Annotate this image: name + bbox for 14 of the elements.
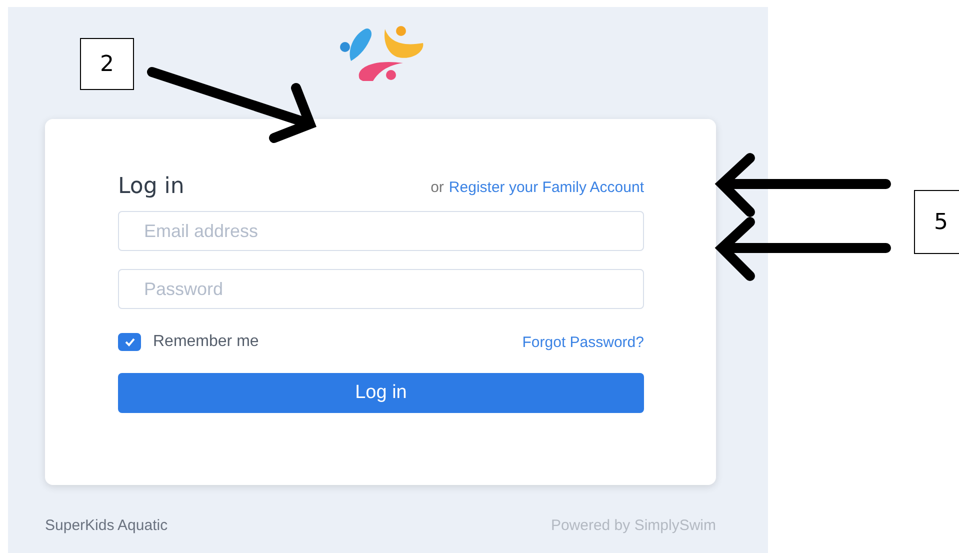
check-icon xyxy=(124,337,136,347)
or-label: or xyxy=(430,179,444,196)
annotation-label: 5 xyxy=(914,190,959,254)
login-title: Log in xyxy=(118,174,184,199)
remember-checkbox[interactable] xyxy=(118,333,141,351)
company-name: SuperKids Aquatic xyxy=(45,517,168,534)
forgot-password-link[interactable]: Forgot Password? xyxy=(522,334,644,350)
powered-by-text: Powered by SimplySwim xyxy=(550,517,716,534)
annotation-label: 2 xyxy=(80,38,134,90)
register-link[interactable]: Register your Family Account xyxy=(448,179,644,196)
login-button[interactable]: Log in xyxy=(118,373,644,413)
remember-label: Remember me xyxy=(153,333,259,351)
email-field[interactable]: Email address xyxy=(118,211,644,251)
password-field[interactable]: Password xyxy=(118,269,644,309)
